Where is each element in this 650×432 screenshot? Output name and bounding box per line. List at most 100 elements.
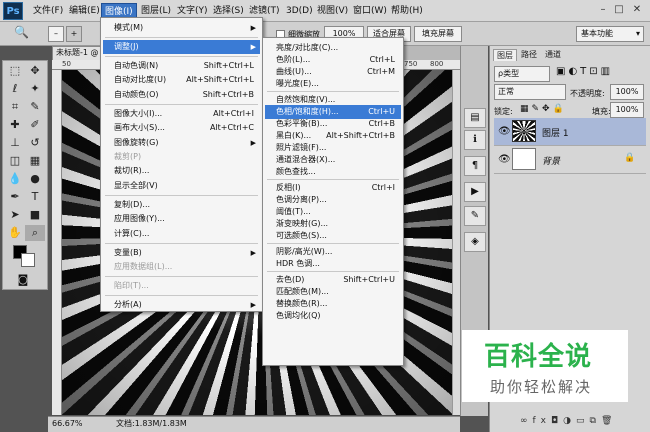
watermark-title: 百科全说 bbox=[484, 342, 593, 372]
lasso-tool-icon[interactable]: ℓ bbox=[5, 81, 25, 97]
pen-tool-icon[interactable]: ✒ bbox=[5, 189, 25, 205]
gradient-tool-icon[interactable]: ▦ bbox=[25, 153, 45, 169]
image-menu-item[interactable]: 自动对比度(U) Alt+Shift+Ctrl+L bbox=[103, 73, 260, 87]
image-menu-item-label: 模式(M) bbox=[114, 23, 144, 32]
clone-stamp-icon[interactable]: ⊥ bbox=[5, 135, 25, 151]
mask-icon[interactable]: ◘ bbox=[551, 416, 563, 426]
image-menu-item-shortcut: Alt+Ctrl+I bbox=[213, 108, 254, 118]
opacity-label: 不透明度: bbox=[570, 89, 605, 98]
trash-icon[interactable]: 🗑 bbox=[601, 416, 617, 426]
blend-mode-select[interactable]: 正常 bbox=[494, 84, 566, 100]
blur-tool-icon[interactable]: 💧 bbox=[5, 171, 25, 187]
zoom-out-icon[interactable]: – bbox=[48, 26, 64, 42]
move-tool-icon[interactable]: ✥ bbox=[25, 63, 45, 79]
adjust-menu-item[interactable]: 颜色查找... bbox=[265, 165, 401, 179]
crop-tool-icon[interactable]: ⌗ bbox=[5, 99, 25, 115]
opacity-input[interactable]: 100% bbox=[610, 84, 644, 100]
hand-tool-icon[interactable]: ✋ bbox=[5, 225, 25, 241]
tab-layers[interactable]: 图层 bbox=[493, 49, 517, 61]
layer-filter-icons[interactable]: ▣◐T⊡▥ bbox=[556, 66, 613, 77]
eyedropper-icon[interactable]: ✎ bbox=[25, 99, 45, 115]
lock-icons[interactable]: ▦✎✥🔒 bbox=[520, 104, 567, 114]
paragraph-panel-icon[interactable]: ¶ bbox=[464, 156, 486, 176]
layer-row[interactable]: 👁 背景 🔒 bbox=[494, 146, 646, 174]
zoom-tool-icon[interactable]: ⌕ bbox=[25, 225, 45, 241]
image-menu-item[interactable]: 调整(J) ▶ bbox=[103, 40, 260, 54]
marquee-tool-icon[interactable]: ⬚ bbox=[5, 63, 25, 79]
maximize-icon[interactable]: □ bbox=[612, 3, 626, 17]
eye-icon[interactable]: 👁 bbox=[498, 154, 511, 165]
zoom-icon[interactable]: 🔍 bbox=[14, 25, 29, 39]
image-menu-item[interactable]: 模式(M) ▶ bbox=[103, 21, 260, 35]
adjust-menu-item[interactable]: 色调均化(Q) bbox=[265, 309, 401, 323]
ruler-left bbox=[52, 70, 62, 415]
folder-icon[interactable]: ▭ bbox=[576, 416, 590, 426]
adjust-menu-item-label: 黑白(K)... bbox=[276, 131, 312, 140]
link-icon[interactable]: ∞ bbox=[520, 416, 533, 426]
path-select-icon[interactable]: ➤ bbox=[5, 207, 25, 223]
status-zoom[interactable]: 66.67% bbox=[52, 417, 83, 431]
menu-view[interactable]: 视图(V) bbox=[314, 3, 351, 19]
fx-icon[interactable]: fx bbox=[533, 416, 552, 426]
image-menu-item-label: 分析(A) bbox=[114, 300, 142, 309]
tab-paths[interactable]: 路径 bbox=[518, 49, 540, 61]
magic-wand-icon[interactable]: ✦ bbox=[25, 81, 45, 97]
image-menu-item[interactable]: 显示全部(V) bbox=[103, 179, 260, 193]
history-brush-icon[interactable]: ↺ bbox=[25, 135, 45, 151]
layer-name[interactable]: 背景 bbox=[542, 154, 560, 167]
minimize-icon[interactable]: – bbox=[596, 3, 610, 17]
menu-edit[interactable]: 编辑(E) bbox=[66, 3, 103, 19]
tab-channels[interactable]: 通道 bbox=[542, 49, 564, 61]
image-menu-item[interactable]: 图像旋转(G) ▶ bbox=[103, 136, 260, 150]
eraser-icon[interactable]: ◫ bbox=[5, 153, 25, 169]
menu-3d[interactable]: 3D(D) bbox=[283, 3, 316, 19]
type-tool-icon[interactable]: T bbox=[25, 189, 45, 205]
image-menu-item[interactable]: 计算(C)... bbox=[103, 227, 260, 241]
brush-tool-icon[interactable]: ✐ bbox=[25, 117, 45, 133]
workspace-select[interactable]: 基本功能 ▾ bbox=[576, 26, 644, 42]
adjust-menu-item-label: 匹配颜色(M)... bbox=[276, 287, 329, 296]
zoom-in-icon[interactable]: + bbox=[66, 26, 82, 42]
adjust-menu-item[interactable]: 可选颜色(S)... bbox=[265, 229, 401, 243]
image-menu-item[interactable]: 画布大小(S)... Alt+Ctrl+C bbox=[103, 121, 260, 135]
layer-kind-filter[interactable]: ρ类型 bbox=[494, 66, 550, 82]
adjust-menu-item[interactable]: 曝光度(E)... bbox=[265, 77, 401, 91]
close-icon[interactable]: ✕ bbox=[630, 3, 644, 17]
image-menu-item: 裁剪(P) bbox=[103, 150, 260, 164]
menu-separator bbox=[105, 56, 258, 58]
background-color-swatch[interactable] bbox=[21, 253, 35, 267]
shape-tool-icon[interactable]: ■ bbox=[25, 207, 45, 223]
quick-mask-icon[interactable]: ◙ bbox=[13, 273, 33, 287]
3d-panel-icon[interactable]: ◈ bbox=[464, 232, 486, 252]
image-menu-item[interactable]: 变量(B) ▶ bbox=[103, 246, 260, 260]
image-menu-item[interactable]: 裁切(R)... bbox=[103, 164, 260, 178]
image-menu-item[interactable]: 自动颜色(O) Shift+Ctrl+B bbox=[103, 88, 260, 102]
new-layer-icon[interactable]: ⧉ bbox=[590, 416, 601, 426]
menu-help[interactable]: 帮助(H) bbox=[388, 3, 426, 19]
document-tab[interactable]: 未标题-1 @ bbox=[52, 46, 106, 60]
image-menu-item[interactable]: 分析(A) ▶ bbox=[103, 298, 260, 312]
healing-brush-icon[interactable]: ✚ bbox=[5, 117, 25, 133]
image-menu-item[interactable]: 复制(D)... bbox=[103, 198, 260, 212]
fill-input[interactable]: 100% bbox=[610, 102, 644, 118]
dodge-tool-icon[interactable]: ● bbox=[25, 171, 45, 187]
submenu-arrow-icon: ▶ bbox=[250, 138, 256, 147]
fill-screen-button[interactable]: 填充屏幕 bbox=[414, 26, 462, 42]
layer-row[interactable]: 👁 图层 1 bbox=[494, 118, 646, 146]
brush-panel-icon[interactable]: ✎ bbox=[464, 206, 486, 226]
actions-panel-icon[interactable]: ▶ bbox=[464, 182, 486, 202]
image-menu-item-label: 陷印(T)... bbox=[114, 281, 149, 290]
image-menu-item[interactable]: 应用图像(Y)... bbox=[103, 212, 260, 226]
adjust-menu-item-label: 去色(D) bbox=[276, 275, 305, 284]
layer-name[interactable]: 图层 1 bbox=[542, 126, 569, 139]
adjustment-icon[interactable]: ◑ bbox=[563, 416, 576, 426]
menu-file[interactable]: 文件(F) bbox=[30, 3, 66, 19]
image-menu-item[interactable]: 自动色调(N) Shift+Ctrl+L bbox=[103, 59, 260, 73]
image-menu-item[interactable]: 图像大小(I)... Alt+Ctrl+I bbox=[103, 107, 260, 121]
properties-panel-icon[interactable]: ℹ bbox=[464, 130, 486, 150]
history-panel-icon[interactable]: ▤ bbox=[464, 108, 486, 128]
eye-icon[interactable]: 👁 bbox=[498, 126, 511, 137]
adjust-menu-item[interactable]: HDR 色调... bbox=[265, 257, 401, 271]
menu-window[interactable]: 窗口(W) bbox=[350, 3, 390, 19]
vertical-scrollbar[interactable] bbox=[452, 70, 460, 415]
